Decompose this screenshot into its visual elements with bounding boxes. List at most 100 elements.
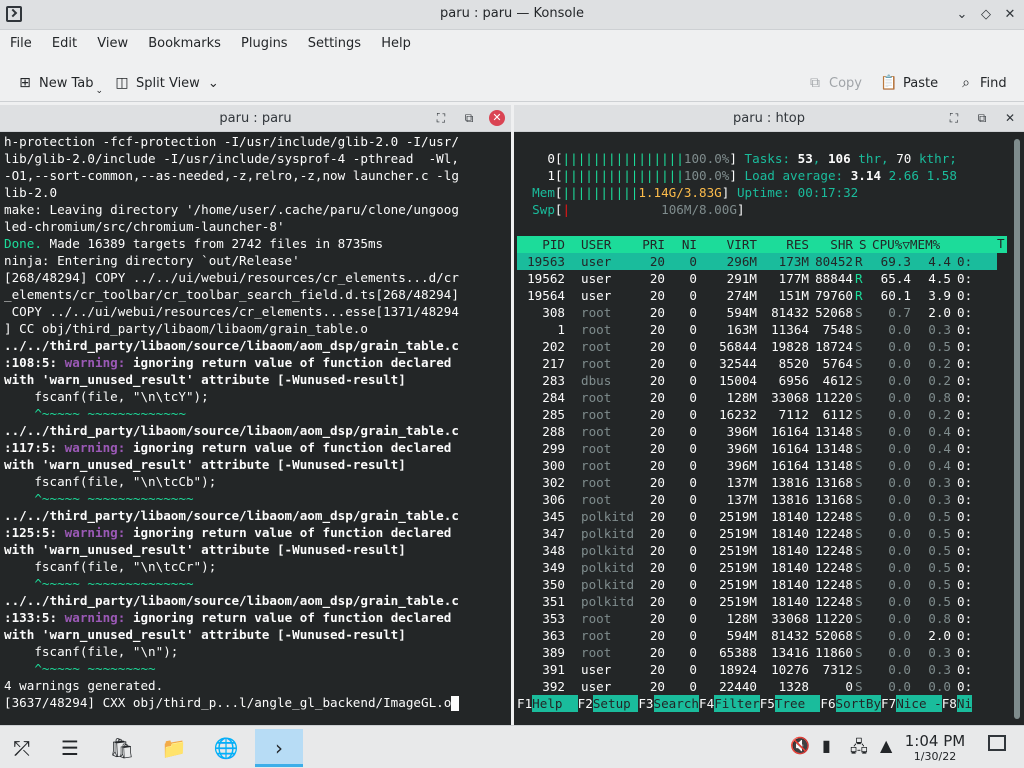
menu-file[interactable]: File	[10, 31, 32, 51]
maximize-pane-icon[interactable]: ⛶	[946, 110, 962, 126]
process-row[interactable]: 1 root 20 0 163M 11364 7548 S 0.0 0.3 0:	[517, 321, 997, 338]
close-window-icon[interactable]: ✕	[1000, 5, 1020, 25]
process-table-header[interactable]: PID USER PRI NI VIRT RES SHR S CPU%▽MEM%	[517, 236, 997, 253]
fkey-3-key[interactable]: F3	[638, 696, 653, 711]
process-row[interactable]: 299 root 20 0 396M 16164 13148 S 0.0 0.4 0:	[517, 440, 997, 457]
process-row[interactable]: 391 user 20 0 18924 10276 7312 S 0.0 0.3 0:	[517, 661, 997, 678]
fkey-1-key[interactable]: F1	[517, 696, 532, 711]
process-cell: 79760	[815, 288, 853, 303]
konsole-task-icon[interactable]: ›	[255, 729, 303, 767]
right-terminal-pane[interactable]: paru : htop ⛶ ⧉ ✕ 0[||||||||||||||||100.…	[514, 105, 1024, 725]
process-cell: 0.3	[928, 475, 951, 490]
header-col-virt[interactable]: VIRT	[707, 236, 757, 253]
fkey-7-label[interactable]: Nice -	[896, 695, 942, 712]
file-manager-icon[interactable]: 📁	[154, 729, 194, 767]
close-pane-icon[interactable]: ✕	[1002, 110, 1018, 126]
fkey-8-label[interactable]: Ni	[956, 695, 973, 712]
process-row[interactable]: 202 root 20 0 56844 19828 18724 S 0.0 0.5 0:	[517, 338, 997, 355]
process-row[interactable]: 392 user 20 0 22440 1328 0 S 0.0 0.0 0:	[517, 678, 997, 695]
battery-icon[interactable]: ▮	[822, 736, 831, 755]
paste-button[interactable]: 📋 Paste	[880, 72, 938, 94]
header-col-pid[interactable]: PID	[525, 236, 565, 253]
header-col-time[interactable]: T	[997, 236, 1005, 251]
close-pane-icon[interactable]: ✕	[489, 110, 505, 126]
fkey-6-label[interactable]: SortBy	[835, 695, 882, 712]
minimize-icon[interactable]: ⌄	[952, 5, 972, 25]
process-cell: 13816	[771, 475, 809, 490]
header-col-shr[interactable]: SHR	[809, 236, 853, 253]
process-row[interactable]: 347 polkitd 20 0 2519M 18140 12248 S 0.0 0.5 0:	[517, 525, 997, 542]
menu-settings[interactable]: Settings	[308, 31, 361, 51]
process-cell: 347	[542, 526, 565, 541]
fkey-4-key[interactable]: F4	[699, 696, 714, 711]
maximize-icon[interactable]: ◇	[976, 5, 996, 25]
header-col-ni[interactable]: NI	[677, 236, 697, 253]
process-row[interactable]: 353 root 20 0 128M 33068 11220 S 0.0 0.8 0:	[517, 610, 997, 627]
process-row[interactable]: 283 dbus 20 0 15004 6956 4612 S 0.0 0.2 0:	[517, 372, 997, 389]
fkey-6-key[interactable]: F6	[820, 696, 835, 711]
process-row[interactable]: 300 root 20 0 396M 16164 13148 S 0.0 0.4 0:	[517, 457, 997, 474]
fkey-7-key[interactable]: F7	[881, 696, 896, 711]
process-row[interactable]: 363 root 20 0 594M 81432 52068 S 0.0 2.0 0:	[517, 627, 997, 644]
application-launcher-icon[interactable]: ⤱	[2, 729, 42, 767]
network-icon[interactable]: 🖧	[850, 736, 868, 763]
terminal-text: ../../third_party/libaom/source/libaom/a…	[4, 338, 459, 353]
maximize-pane-icon[interactable]: ⛶	[433, 110, 449, 126]
process-row[interactable]: 19564 user 20 0 274M 151M 79760 R 60.1 3.9 0:	[517, 287, 997, 304]
header-col-cpu-mem[interactable]: CPU%▽MEM%	[872, 236, 972, 253]
process-row[interactable]: 350 polkitd 20 0 2519M 18140 12248 S 0.0 0.5 0:	[517, 576, 997, 593]
fkey-4-label[interactable]: Filter	[714, 695, 760, 712]
system-settings-icon[interactable]: ☰	[50, 729, 90, 767]
header-col-pri[interactable]: PRI	[641, 236, 665, 253]
process-row[interactable]: 306 root 20 0 137M 13816 13168 S 0.0 0.3 0:	[517, 491, 997, 508]
discover-store-icon[interactable]: 🛍	[102, 729, 142, 767]
show-desktop-icon[interactable]	[988, 735, 1006, 751]
left-terminal-output[interactable]: h-protection -fcf-protection -I/usr/incl…	[0, 133, 511, 723]
clock[interactable]: 1:04 PM 1/30/22	[890, 732, 980, 763]
fkey-5-label[interactable]: Tree	[774, 695, 821, 712]
process-row[interactable]: 351 polkitd 20 0 2519M 18140 12248 S 0.0 0.5 0:	[517, 593, 997, 610]
process-row[interactable]: 217 root 20 0 32544 8520 5764 S 0.0 0.2 0:	[517, 355, 997, 372]
menu-help[interactable]: Help	[381, 31, 411, 51]
fkey-2-label[interactable]: Setup	[592, 695, 639, 712]
process-cell: 20	[649, 458, 665, 473]
fkey-3-label[interactable]: Search	[653, 695, 700, 712]
process-row[interactable]: 348 polkitd 20 0 2519M 18140 12248 S 0.0 0.5 0:	[517, 542, 997, 559]
title-bar[interactable]: paru : paru — Konsole ⌄ ◇ ✕	[0, 0, 1024, 30]
process-row[interactable]: 302 root 20 0 137M 13816 13168 S 0.0 0.3 0:	[517, 474, 997, 491]
process-cell: 0.0	[888, 560, 911, 575]
header-col-res[interactable]: RES	[767, 236, 809, 253]
volume-muted-icon[interactable]: 🔇	[790, 736, 810, 755]
fkey-8-key[interactable]: F8	[942, 696, 957, 711]
process-row[interactable]: 308 root 20 0 594M 81432 52068 S 0.7 2.0 0:	[517, 304, 997, 321]
menu-edit[interactable]: Edit	[52, 31, 77, 51]
menu-bookmarks[interactable]: Bookmarks	[148, 31, 221, 51]
menu-view[interactable]: View	[97, 31, 128, 51]
fkey-5-key[interactable]: F5	[760, 696, 775, 711]
find-button[interactable]: ⌕ Find	[957, 72, 1007, 94]
process-row[interactable]: 349 polkitd 20 0 2519M 18140 12248 S 0.0 0.5 0:	[517, 559, 997, 576]
process-row[interactable]: 19563 user 20 0 296M 173M 80452 R 69.3 4.4 0:	[517, 253, 997, 270]
process-cell: 33068	[771, 611, 809, 626]
process-row[interactable]: 19562 user 20 0 291M 177M 88844 R 65.4 4.5 0:	[517, 270, 997, 287]
fkey-2-key[interactable]: F2	[578, 696, 593, 711]
browser-icon[interactable]: 🌐	[206, 729, 246, 767]
split-view-button[interactable]: ◫ Split View ⌄	[113, 72, 218, 94]
new-tab-button[interactable]: ⊞ New Tab ⌄	[16, 72, 103, 96]
process-row[interactable]: 345 polkitd 20 0 2519M 18140 12248 S 0.0 0.5 0:	[517, 508, 997, 525]
process-row[interactable]: 285 root 20 0 16232 7112 6112 S 0.0 0.2 0:	[517, 406, 997, 423]
fkey-1-label[interactable]: Help	[532, 695, 578, 712]
process-row[interactable]: 389 root 20 0 65388 13416 11860 S 0.0 0.3 0:	[517, 644, 997, 661]
menu-plugins[interactable]: Plugins	[241, 31, 288, 51]
header-col-user[interactable]: USER	[581, 236, 641, 253]
process-row[interactable]: 284 root 20 0 128M 33068 11220 S 0.0 0.8 0:	[517, 389, 997, 406]
process-cell: 0	[689, 543, 697, 558]
process-row[interactable]: 288 root 20 0 396M 16164 13148 S 0.0 0.4 0:	[517, 423, 997, 440]
detach-pane-icon[interactable]: ⧉	[461, 110, 477, 126]
right-scrollbar[interactable]	[1014, 139, 1020, 719]
left-terminal-pane[interactable]: paru : paru ⛶ ⧉ ✕ h-protection -fcf-prot…	[0, 105, 511, 725]
right-scrollbar-thumb[interactable]	[1014, 139, 1020, 719]
copy-button[interactable]: ⧉ Copy	[806, 72, 862, 94]
header-col-state[interactable]: S	[859, 236, 871, 253]
detach-pane-icon[interactable]: ⧉	[974, 110, 990, 126]
